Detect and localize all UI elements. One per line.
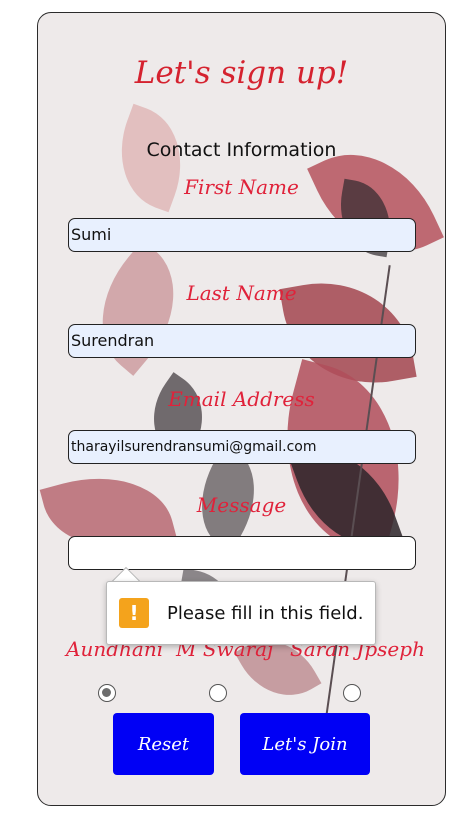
first-name-label: First Name <box>184 175 299 199</box>
last-name-label: Last Name <box>186 281 297 305</box>
form-content: Let's sign up! Contact Information First… <box>38 13 445 805</box>
page-title: Let's sign up! <box>134 55 349 91</box>
warning-icon: ! <box>119 598 149 628</box>
radio-saran-jpseph[interactable] <box>343 684 361 702</box>
email-label: Email Address <box>168 387 315 411</box>
signup-card: Let's sign up! Contact Information First… <box>37 12 446 806</box>
first-name-input[interactable]: Sumi <box>68 218 416 252</box>
message-input[interactable] <box>68 536 416 570</box>
lets-join-button[interactable]: Let's Join <box>240 713 370 775</box>
tooltip-text: Please fill in this field. <box>167 602 364 624</box>
section-title: Contact Information <box>146 139 337 161</box>
radio-m-swaraj[interactable] <box>209 684 227 702</box>
validation-tooltip: ! Please fill in this field. <box>106 581 376 645</box>
message-label: Message <box>196 493 287 517</box>
last-name-input[interactable]: Surendran <box>68 324 416 358</box>
email-input[interactable]: tharayilsurendransumi@gmail.com <box>68 430 416 464</box>
radio-aundhani[interactable] <box>98 684 116 702</box>
reset-button[interactable]: Reset <box>113 713 214 775</box>
